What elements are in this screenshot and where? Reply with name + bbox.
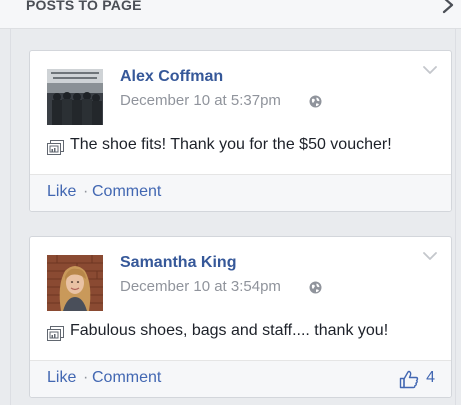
comment-button[interactable]: Comment (92, 369, 161, 387)
avatar[interactable] (47, 69, 103, 125)
action-separator: · (83, 183, 89, 200)
like-button[interactable]: Like (47, 369, 76, 387)
like-button[interactable]: Like (47, 183, 76, 201)
avatar-image (47, 69, 103, 125)
post-timestamp[interactable]: December 10 at 3:54pm (120, 278, 281, 295)
post-text: Fabulous shoes, bags and staff.... thank… (70, 322, 389, 339)
author-name[interactable]: Alex Coffman (120, 68, 223, 86)
action-separator: · (83, 369, 89, 386)
post-actions-bar: Like · Comment 4 (30, 360, 451, 397)
avatar[interactable] (47, 255, 103, 311)
left-divider (10, 28, 11, 405)
chevron-right-icon[interactable] (441, 0, 455, 15)
globe-icon (309, 95, 322, 108)
avatar-image (47, 255, 103, 311)
chevron-down-icon[interactable] (423, 251, 437, 261)
photo-post-icon (47, 326, 64, 341)
section-header: POSTS TO PAGE (0, 0, 461, 29)
globe-icon (309, 281, 322, 294)
post-card: Samantha King December 10 at 3:54pm Fabu… (29, 236, 452, 398)
post-actions-bar: Like · Comment (30, 174, 451, 211)
comment-button[interactable]: Comment (92, 183, 161, 201)
like-count-number: 4 (426, 369, 435, 386)
section-title: POSTS TO PAGE (26, 0, 142, 13)
post-text: The shoe fits! Thank you for the $50 vou… (70, 136, 392, 153)
thumbs-up-icon (399, 370, 419, 389)
right-divider (455, 28, 456, 405)
photo-post-icon (47, 140, 64, 155)
post-card: Alex Coffman December 10 at 5:37pm The s… (29, 50, 452, 212)
chevron-down-icon[interactable] (423, 65, 437, 75)
post-timestamp[interactable]: December 10 at 5:37pm (120, 92, 281, 109)
author-name[interactable]: Samantha King (120, 254, 236, 272)
